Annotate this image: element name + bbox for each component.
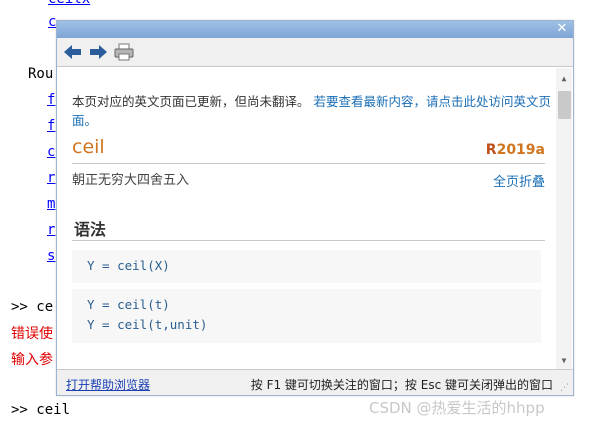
scroll-down-icon[interactable]: ▼ [556, 354, 572, 368]
bg-side-link-2[interactable]: f [47, 118, 55, 134]
collapse-all-link[interactable]: 全页折叠 [493, 171, 545, 190]
syntax-block-2: Y = ceil(t) Y = ceil(t,unit) [72, 289, 541, 343]
syntax-line: Y = ceil(X) [87, 258, 170, 273]
function-purpose: 朝正无穷大四舍五入 [72, 173, 190, 188]
open-help-browser-link[interactable]: 打开帮助浏览器 [66, 376, 150, 393]
bg-side-link-5[interactable]: m [47, 196, 55, 212]
bg-top-line: ceilx [48, 0, 90, 7]
bg-top-link[interactable]: ceilx [48, 0, 90, 7]
popup-titlebar[interactable]: ✕ [57, 21, 573, 38]
bg-side-link-3[interactable]: c [47, 144, 55, 160]
back-arrow-icon[interactable] [63, 43, 83, 61]
bg-side-link-1[interactable]: f [47, 92, 55, 108]
help-content[interactable]: 本页对应的英文页面已更新，但尚未翻译。 若要查看最新内容，请点击此处访问英文页面… [57, 68, 557, 370]
scroll-up-icon[interactable]: ▲ [556, 72, 572, 86]
syntax-divider [72, 240, 545, 241]
syntax-block-1: Y = ceil(X) [72, 250, 541, 283]
resize-grip-icon[interactable]: ⋰ [560, 383, 570, 393]
forward-arrow-icon[interactable] [88, 43, 108, 61]
close-icon[interactable]: ✕ [555, 21, 569, 37]
help-popup[interactable]: ✕ 本页对应的英文页面已更新，但尚未翻译。 若要查看最新内容，请点击此处访问英文… [56, 20, 574, 396]
routines-label: Rou [28, 66, 54, 82]
bg-side-link-4[interactable]: r [47, 170, 55, 186]
syntax-heading: 语法 [74, 220, 107, 239]
bg-side-link-6[interactable]: r [47, 222, 55, 238]
bg-side-link-7[interactable]: s [47, 248, 55, 264]
watermark: CSDN @热爱生活的hhpp [369, 399, 545, 417]
vertical-scrollbar[interactable]: ▲ ▼ [556, 68, 572, 370]
translation-notice: 本页对应的英文页面已更新，但尚未翻译。 若要查看最新内容，请点击此处访问英文页面… [72, 92, 552, 130]
function-title: ceil [72, 136, 105, 158]
keyboard-hint: 按 F1 键可切换关注的窗口；按 Esc 键可关闭弹出的窗口 [250, 378, 553, 392]
error-line-2: 输入参 [11, 352, 53, 368]
notice-text: 本页对应的英文页面已更新，但尚未翻译。 [72, 94, 310, 109]
syntax-line: Y = ceil(t,unit) [87, 317, 208, 332]
prompt-line-1: >> ce [11, 299, 54, 315]
scroll-thumb[interactable] [558, 91, 571, 119]
popup-footer: 打开帮助浏览器 按 F1 键可切换关注的窗口；按 Esc 键可关闭弹出的窗口 ⋰ [57, 369, 573, 395]
syntax-line: Y = ceil(t) [87, 297, 170, 312]
printer-icon[interactable] [114, 43, 134, 61]
title-divider [72, 163, 545, 164]
error-line-1: 错误使 [11, 326, 53, 342]
prompt-line-2[interactable]: >> ceil [11, 402, 70, 418]
popup-toolbar [57, 38, 573, 67]
release-badge: R2019a [485, 142, 545, 158]
